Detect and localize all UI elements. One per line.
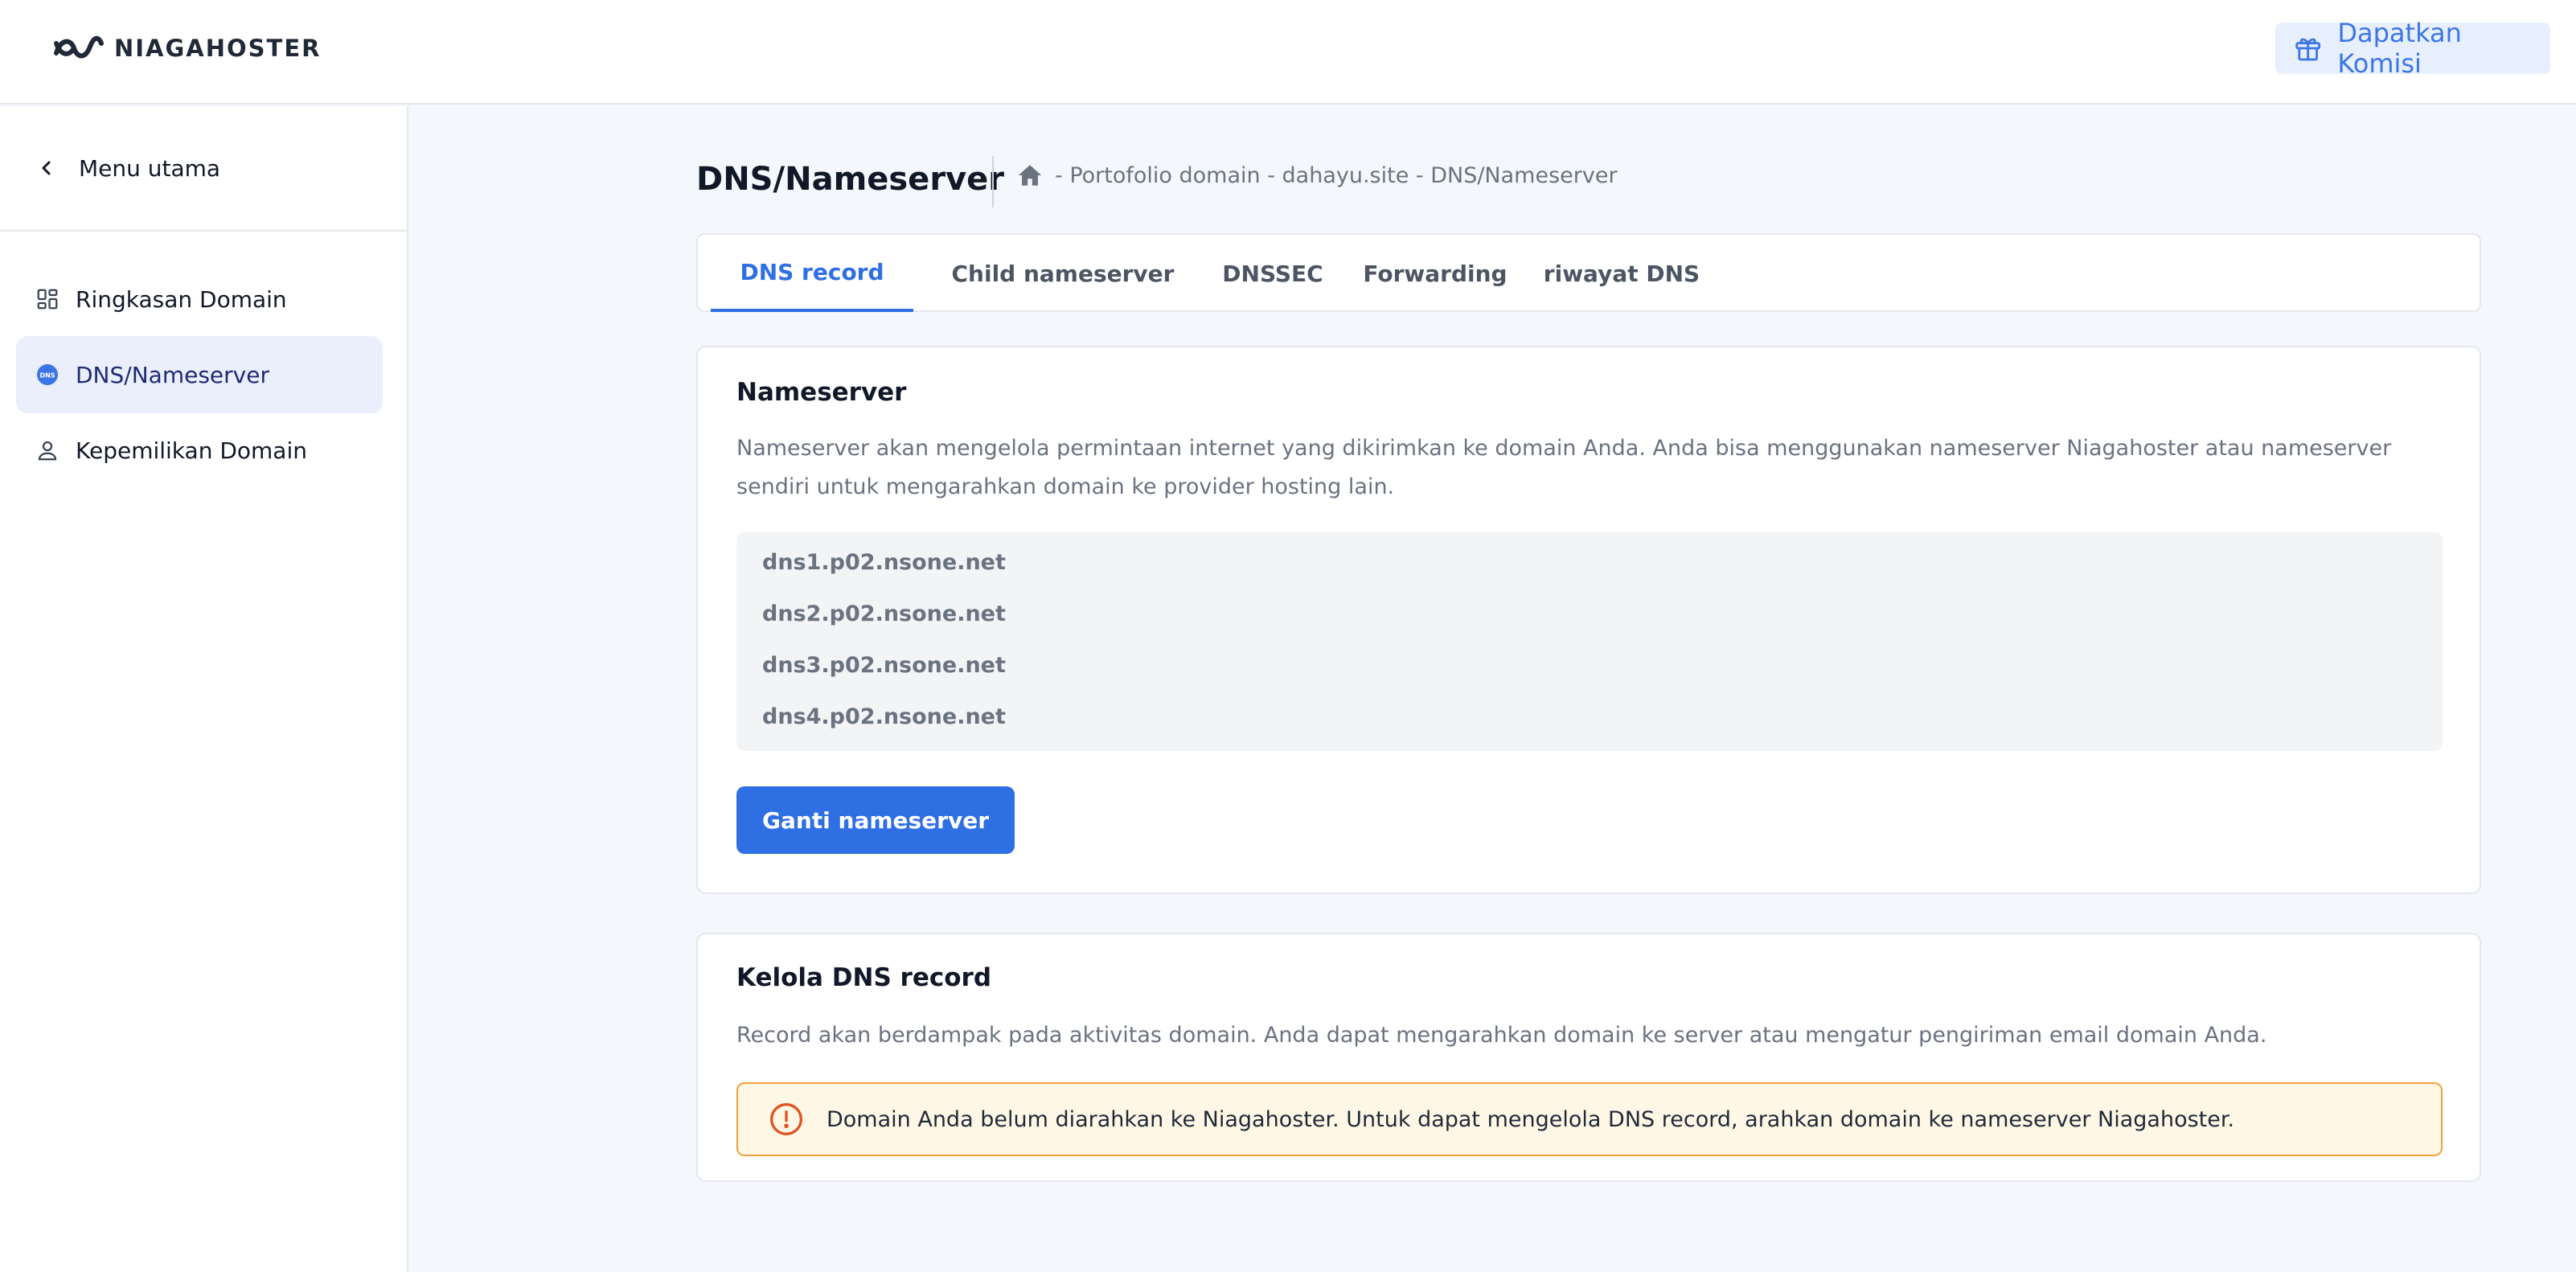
niagahoster-wave-logo-icon [54,35,104,59]
nameserver-item: dns4.p02.nsone.net [762,704,1006,729]
dns-record-card-title: Kelola DNS record [736,963,992,992]
nameserver-card: Nameserver Nameserver akan mengelola per… [696,346,2481,894]
logo-text: NIAGAHOSTER [114,35,322,62]
sidebar-item-dns-nameserver[interactable]: DNS DNS/Nameserver [16,336,383,413]
gift-icon [2295,38,2321,61]
tab-forwarding[interactable]: Forwarding [1357,235,1513,312]
nameserver-card-description: Nameserver akan mengelola permintaan int… [736,436,2392,499]
page-title: DNS/Nameserver [696,161,1004,198]
change-nameserver-button[interactable]: Ganti nameserver [736,786,1015,854]
tab-child-nameserver[interactable]: Child nameserver [939,235,1187,312]
sidebar-item-kepemilikan-domain[interactable]: Kepemilikan Domain [16,412,383,489]
dns-record-card-description: Record akan berdampak pada aktivitas dom… [736,1023,2267,1048]
change-nameserver-label: Ganti nameserver [761,806,990,834]
tab-riwayat-dns[interactable]: riwayat DNS [1537,235,1706,312]
sidebar-item-label: Kepemilikan Domain [76,437,307,464]
nameserver-item: dns2.p02.nsone.net [762,601,1006,626]
sidebar-item-ringkasan-domain[interactable]: Ringkasan Domain [16,261,383,338]
warning-alert: Domain Anda belum diarahkan ke Niagahost… [736,1082,2443,1156]
tab-dnssec[interactable]: DNSSEC [1212,235,1333,312]
dns-record-card: Kelola DNS record Record akan berdampak … [696,933,2481,1182]
top-header: NIAGAHOSTER Dapatkan Komisi [0,0,2576,105]
tab-dns-record[interactable]: DNS record [711,235,913,312]
breadcrumb: - Portofolio domain - dahayu.site - DNS/… [1016,162,1618,188]
dns-icon: DNS [37,364,58,385]
commission-label: Dapatkan Komisi [2337,18,2462,79]
warning-circle-icon [770,1103,802,1135]
nameserver-list: dns1.p02.nsone.net dns2.p02.nsone.net dn… [736,532,2443,751]
sidebar-item-label: Ringkasan Domain [76,285,287,313]
nameserver-item: dns3.p02.nsone.net [762,653,1006,678]
person-icon [38,441,57,461]
nameserver-card-title: Nameserver [736,378,907,407]
home-icon[interactable] [1016,162,1044,188]
back-to-main-menu[interactable]: Menu utama [0,106,407,232]
back-label: Menu utama [79,154,221,182]
logo[interactable]: NIAGAHOSTER [53,32,321,64]
warning-alert-text: Domain Anda belum diarahkan ke Niagahost… [827,1106,2235,1132]
sidebar-item-label: DNS/Nameserver [76,361,269,388]
nameserver-item: dns1.p02.nsone.net [762,550,1006,575]
sidebar: Menu utama Ringkasan Domain DNS DNS/Name… [0,106,408,1272]
commission-button[interactable]: Dapatkan Komisi [2275,18,2550,79]
breadcrumb-path[interactable]: - Portofolio domain - dahayu.site - DNS/… [1055,163,1618,188]
title-divider [992,156,994,207]
tab-bar: DNS record Child nameserver DNSSEC Forwa… [696,233,2481,312]
svg-text:DNS: DNS [39,372,55,380]
chevron-left-icon [42,161,51,175]
dashboard-icon [37,289,58,310]
